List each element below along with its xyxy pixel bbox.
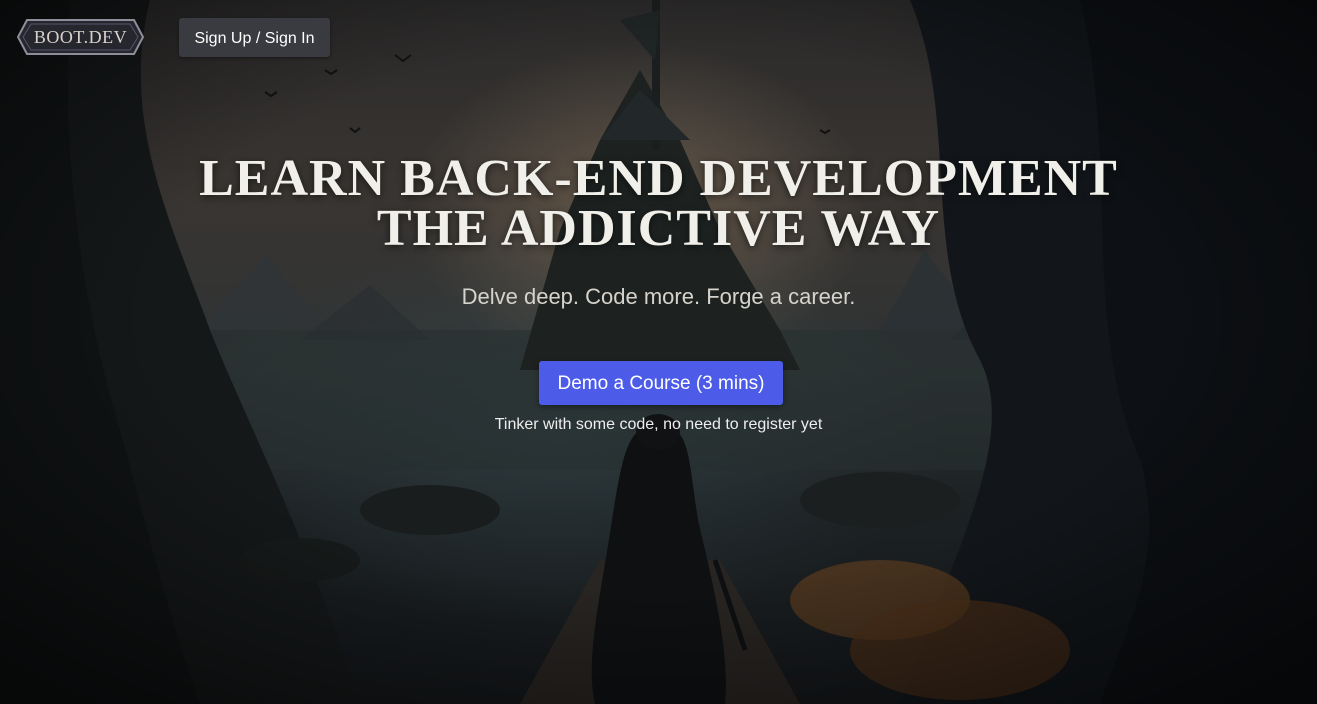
- demo-course-button[interactable]: Demo a Course (3 mins): [539, 361, 783, 405]
- fantasy-landscape-art: [0, 0, 1317, 704]
- boot-dev-logo[interactable]: BOOT.DEV: [17, 18, 144, 56]
- hero-title: LEARN BACK-END DEVELOPMENT THE ADDICTIVE…: [0, 150, 1317, 257]
- demo-course-note: Tinker with some code, no need to regist…: [494, 416, 823, 433]
- hero-background-illustration: [0, 0, 1317, 704]
- hero-title-line-2: THE ADDICTIVE WAY: [376, 200, 941, 257]
- hero-title-line-1: LEARN BACK-END DEVELOPMENT: [199, 150, 1118, 207]
- top-navbar: BOOT.DEV Sign Up / Sign In: [0, 0, 1317, 74]
- logo-text: BOOT.DEV: [33, 27, 128, 47]
- landing-page: BOOT.DEV Sign Up / Sign In LEARN BACK-EN…: [0, 0, 1317, 704]
- sign-up-sign-in-button[interactable]: Sign Up / Sign In: [179, 18, 330, 57]
- hero-subtitle: Delve deep. Code more. Forge a career.: [461, 284, 856, 309]
